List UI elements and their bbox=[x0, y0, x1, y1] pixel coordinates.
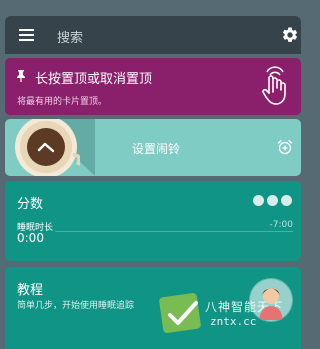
coffee-cup-clock-illustration bbox=[15, 119, 80, 176]
score-title: 分数 bbox=[17, 197, 44, 212]
gear-icon[interactable] bbox=[281, 26, 299, 44]
score-dot bbox=[267, 195, 278, 206]
sleep-duration-value: 0:00 bbox=[17, 231, 44, 245]
watermark-avatar bbox=[249, 278, 293, 322]
add-alarm-icon[interactable] bbox=[277, 139, 293, 155]
search-input[interactable]: 搜索 bbox=[57, 27, 83, 46]
score-dot bbox=[281, 195, 292, 206]
watermark-logo bbox=[159, 293, 201, 333]
pin-hint-title: 长按置顶或取消置顶 bbox=[35, 72, 153, 87]
pin-icon bbox=[17, 70, 25, 82]
set-alarm-label: 设置闹铃 bbox=[132, 142, 181, 156]
tutorial-title: 教程 bbox=[17, 283, 44, 298]
pin-hint-card[interactable]: 长按置顶或取消置顶 将最有用的卡片置顶。 bbox=[5, 58, 301, 115]
search-bar[interactable]: 搜索 bbox=[5, 16, 301, 54]
tap-gesture-icon bbox=[262, 66, 286, 105]
set-alarm-card[interactable]: 设置闹铃 bbox=[5, 119, 301, 176]
pin-hint-subtitle: 将最有用的卡片置顶。 bbox=[17, 97, 108, 107]
tutorial-subtitle: 简单几步，开始使用睡眠追踪 bbox=[17, 301, 135, 311]
sleep-difference-value: -7:00 bbox=[269, 220, 293, 230]
score-dot bbox=[253, 195, 264, 206]
menu-icon[interactable] bbox=[18, 27, 35, 43]
score-indicator-dots bbox=[253, 195, 293, 207]
watermark-url: zntx.cc bbox=[210, 315, 257, 328]
sleep-progress-track bbox=[55, 231, 293, 232]
score-card[interactable]: 分数 睡眠时长 0:00 -7:00 bbox=[5, 181, 301, 261]
